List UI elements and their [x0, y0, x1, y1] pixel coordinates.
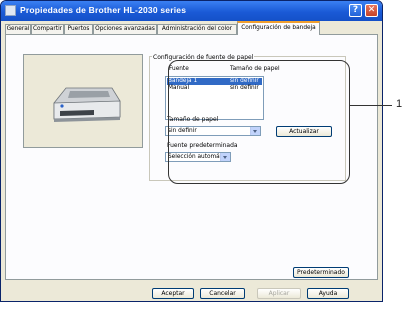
help-title-button[interactable]: ? — [349, 4, 362, 17]
tab-general[interactable]: General — [5, 24, 31, 34]
help-button[interactable]: Ayuda — [307, 288, 349, 299]
ok-button[interactable]: Aceptar — [152, 288, 194, 299]
apply-button: Aplicar — [257, 288, 301, 299]
callout-outline — [168, 60, 350, 184]
title-bar[interactable]: Propiedades de Brother HL-2030 series ? … — [1, 1, 382, 21]
printer-icon — [5, 5, 16, 16]
cancel-button[interactable]: Cancelar — [200, 288, 245, 299]
callout-leader — [350, 105, 392, 106]
printer-image-frame — [23, 54, 143, 148]
defaults-button[interactable]: Predeterminado — [293, 267, 349, 278]
close-button[interactable]: ✕ — [365, 4, 378, 17]
callout-number: 1 — [396, 98, 403, 110]
tab-opciones-avanzadas[interactable]: Opciones avanzadas — [93, 24, 157, 34]
tab-compartir[interactable]: Compartir — [31, 24, 64, 34]
window-title: Propiedades de Brother HL-2030 series — [20, 5, 187, 15]
tab-administracion-color[interactable]: Administración del color — [157, 24, 237, 34]
tab-configuracion-bandeja[interactable]: Configuración de bandeja — [237, 21, 320, 35]
printer-illustration — [53, 87, 121, 122]
tab-puertos[interactable]: Puertos — [64, 24, 93, 34]
